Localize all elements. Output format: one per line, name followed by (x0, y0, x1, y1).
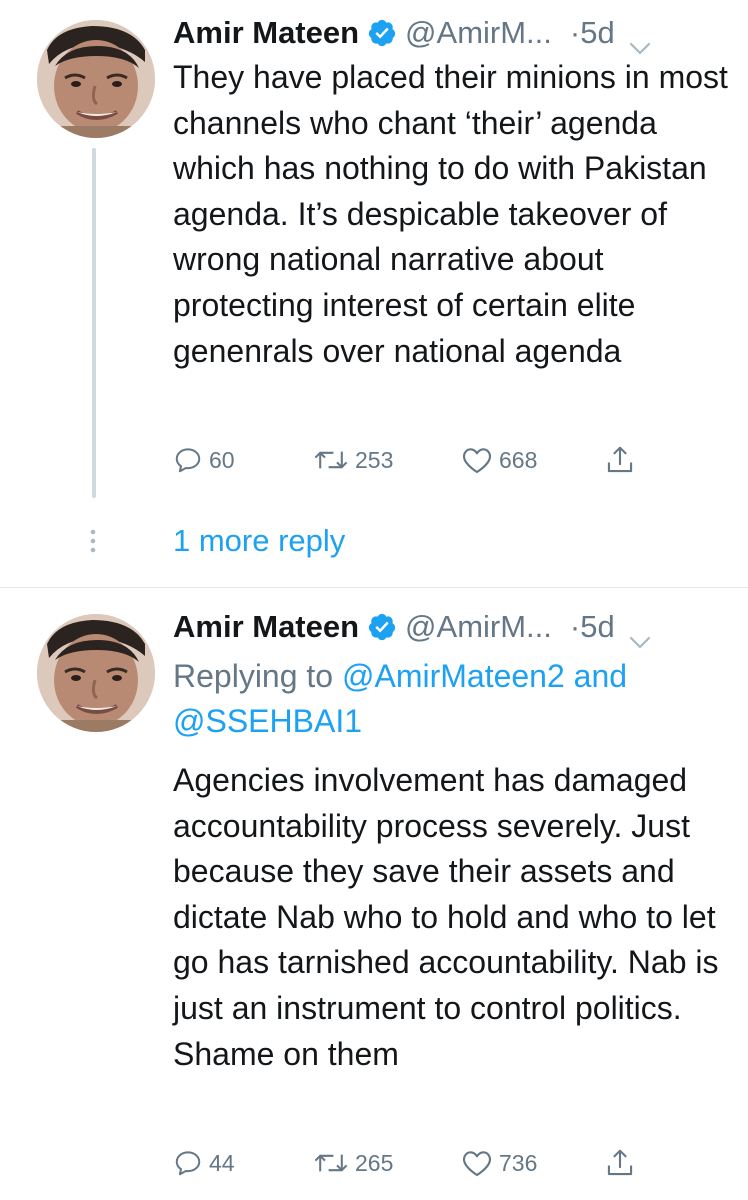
reply-button[interactable]: 60 (173, 440, 235, 480)
chevron-down-icon[interactable] (629, 26, 651, 55)
heart-icon (462, 448, 492, 474)
like-count: 668 (499, 446, 538, 473)
tweet-1[interactable]: Amir Mateen @AmirM... ·5d They have plac… (0, 0, 748, 588)
share-icon (607, 1149, 633, 1176)
author-name[interactable]: Amir Mateen (173, 607, 359, 647)
tweet-timestamp[interactable]: ·5d (570, 607, 615, 647)
retweet-button[interactable]: 253 (313, 440, 393, 480)
tweet-timestamp[interactable]: ·5d (570, 13, 615, 53)
tweet-2[interactable]: Amir Mateen @AmirM... ·5d Replying to @A… (0, 588, 748, 1200)
reply-icon (175, 448, 201, 473)
reply-icon (175, 1151, 201, 1176)
avatar-portrait (37, 614, 155, 732)
author-name[interactable]: Amir Mateen (173, 13, 359, 53)
heart-icon (462, 1151, 492, 1177)
author-handle[interactable]: @AmirM... (405, 607, 552, 647)
vertical-dots-icon (90, 529, 96, 553)
retweet-icon (314, 1154, 348, 1172)
replying-and: and (573, 658, 628, 694)
verified-badge-icon (367, 612, 397, 642)
avatar-portrait (37, 20, 155, 138)
reply-count: 60 (209, 446, 235, 473)
chevron-down-icon[interactable] (629, 620, 651, 649)
thread-connector-line (92, 148, 96, 498)
verified-badge-icon (367, 18, 397, 48)
reply-button[interactable]: 44 (173, 1143, 235, 1183)
replying-to-label: Replying to (173, 658, 334, 694)
mention-link[interactable]: @SSEHBAI1 (173, 703, 362, 739)
tweet-header: Amir Mateen @AmirM... ·5d (173, 607, 718, 649)
share-button[interactable] (605, 1143, 641, 1183)
retweet-count: 253 (355, 446, 394, 473)
retweet-button[interactable]: 265 (313, 1143, 393, 1183)
author-handle[interactable]: @AmirM... (405, 13, 552, 53)
tweet-header: Amir Mateen @AmirM... ·5d (173, 13, 718, 55)
tweet-actions: 44 265 736 (173, 1143, 653, 1183)
replying-to: Replying to @AmirMateen2 and @SSEHBAI1 (173, 654, 733, 744)
retweet-icon (314, 451, 348, 469)
like-button[interactable]: 668 (461, 440, 537, 480)
more-replies-link[interactable]: 1 more reply (173, 521, 345, 561)
tweet-text: Agencies involvement has damaged account… (173, 762, 719, 1072)
tweet-actions: 60 253 668 (173, 440, 653, 480)
share-icon (607, 446, 633, 473)
tweet-text: They have placed their minions in most c… (173, 59, 728, 369)
retweet-count: 265 (355, 1149, 394, 1176)
avatar[interactable] (37, 614, 155, 732)
like-button[interactable]: 736 (461, 1143, 537, 1183)
share-button[interactable] (605, 440, 641, 480)
avatar[interactable] (37, 20, 155, 138)
like-count: 736 (499, 1149, 538, 1176)
mention-link[interactable]: @AmirMateen2 (342, 658, 565, 694)
reply-count: 44 (209, 1149, 235, 1176)
